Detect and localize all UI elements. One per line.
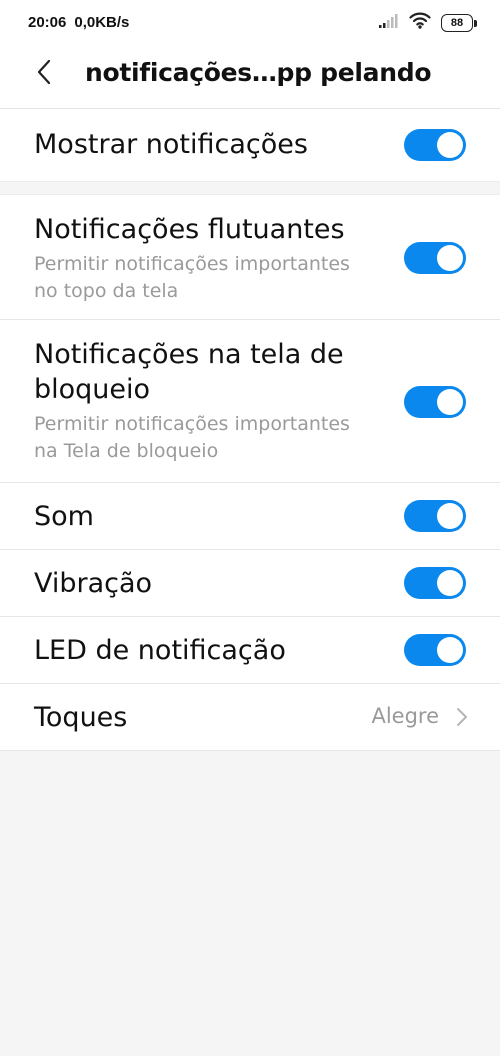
back-button[interactable] — [26, 56, 62, 92]
empty-background — [0, 750, 500, 751]
status-time: 20:06 — [28, 14, 67, 31]
ringtone-value: Alegre — [371, 704, 439, 728]
setting-lockscreen-subtitle-2: na Tela de bloqueio — [34, 440, 219, 462]
setting-lockscreen-title-2: bloqueio — [34, 374, 151, 405]
section-divider — [0, 181, 500, 195]
setting-lockscreen-notifications[interactable]: Notificações na tela de bloqueio Permiti… — [0, 320, 500, 483]
section-notification-options: Notificações flutuantes Permitir notific… — [0, 195, 500, 750]
wifi-icon — [409, 12, 431, 33]
setting-led[interactable]: LED de notificação — [0, 617, 500, 684]
setting-show-notifications-title: Mostrar notificações — [34, 129, 308, 160]
sound-toggle[interactable] — [404, 500, 466, 532]
setting-led-title: LED de notificação — [34, 635, 286, 666]
setting-ringtone-title: Toques — [34, 702, 128, 733]
toggle-knob — [437, 132, 463, 158]
setting-floating-text: Notificações flutuantes Permitir notific… — [34, 212, 390, 305]
setting-floating-title: Notificações flutuantes — [34, 214, 345, 245]
top-area: 20:06 0,0KB/s 88 notificações…pp pelando — [0, 0, 500, 109]
status-bar: 20:06 0,0KB/s 88 — [0, 0, 500, 46]
setting-ringtone-text: Toques — [34, 700, 390, 735]
setting-vibration-text: Vibração — [34, 566, 390, 601]
status-left: 20:06 0,0KB/s — [28, 14, 129, 31]
status-network-speed: 0,0KB/s — [74, 14, 130, 31]
status-right: 88 — [379, 12, 477, 33]
vibration-toggle[interactable] — [404, 567, 466, 599]
setting-lockscreen-text: Notificações na tela de bloqueio Permiti… — [34, 337, 390, 465]
toggle-knob — [437, 637, 463, 663]
section-main-toggle: Mostrar notificações — [0, 109, 500, 181]
show-notifications-toggle[interactable] — [404, 129, 466, 161]
toggle-knob — [437, 503, 463, 529]
toggle-knob — [437, 570, 463, 596]
setting-sound[interactable]: Som — [0, 483, 500, 550]
signal-icon — [379, 13, 399, 32]
setting-ringtone[interactable]: Toques Alegre — [0, 684, 500, 750]
setting-lockscreen-subtitle-1: Permitir notificações importantes — [34, 413, 350, 435]
floating-notifications-toggle[interactable] — [404, 242, 466, 274]
setting-led-text: LED de notificação — [34, 633, 390, 668]
setting-floating-subtitle-1: Permitir notificações importantes — [34, 253, 350, 275]
chevron-left-icon — [36, 59, 52, 89]
setting-floating-notifications[interactable]: Notificações flutuantes Permitir notific… — [0, 195, 500, 320]
setting-lockscreen-title-1: Notificações na tela de — [34, 339, 344, 370]
setting-sound-text: Som — [34, 499, 390, 534]
toggle-knob — [437, 389, 463, 415]
setting-vibration-title: Vibração — [34, 568, 153, 599]
toggle-knob — [437, 245, 463, 271]
lockscreen-notifications-toggle[interactable] — [404, 386, 466, 418]
setting-show-notifications-text: Mostrar notificações — [34, 127, 390, 162]
app-header: notificações…pp pelando — [0, 46, 500, 109]
led-toggle[interactable] — [404, 634, 466, 666]
setting-floating-subtitle-2: no topo da tela — [34, 280, 179, 302]
chevron-right-icon — [454, 705, 470, 729]
setting-vibration[interactable]: Vibração — [0, 550, 500, 617]
battery-indicator: 88 — [441, 13, 477, 32]
setting-show-notifications[interactable]: Mostrar notificações — [0, 109, 500, 181]
page-title: notificações…pp pelando — [85, 58, 432, 87]
setting-sound-title: Som — [34, 501, 94, 532]
